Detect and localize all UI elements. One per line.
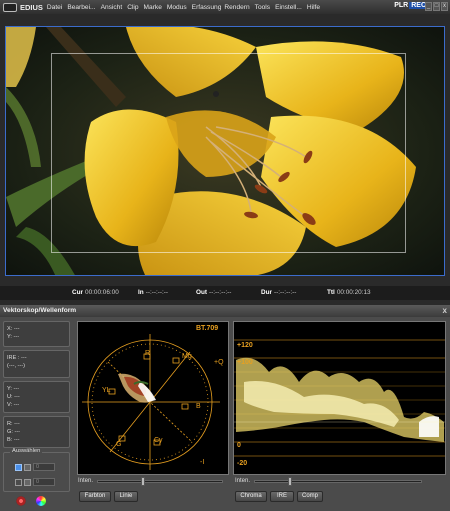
wave-scale-100: +100 [237, 359, 253, 366]
x-value: X: --- [7, 326, 20, 332]
b-value: B: --- [7, 437, 20, 443]
maximize-button[interactable]: □ [433, 2, 440, 11]
u-value: U: --- [7, 394, 20, 400]
select-value-2[interactable]: 0 [33, 478, 55, 486]
rgb-info-box: R: --- G: --- B: --- [3, 416, 70, 448]
vector-intensity-control: Inten. [78, 476, 224, 486]
vector-target-b: B [196, 403, 201, 410]
menu-clip[interactable]: Clip [127, 4, 138, 11]
vector-target-mg: Mg [182, 353, 192, 360]
menu-file[interactable]: Datei [47, 4, 62, 11]
duration-timecode: Dur --:--:--:-- [261, 289, 297, 296]
plr-mode-button[interactable]: PLR [394, 2, 408, 9]
vector-target-i: -I [200, 459, 204, 466]
xy-info-box: X: --- Y: --- [3, 321, 70, 347]
yuv-info-box: Y: --- U: --- V: --- [3, 381, 70, 413]
farbton-button[interactable]: Farbton [79, 491, 111, 502]
vector-intensity-label: Inten. [78, 478, 94, 484]
timecode-bar: Cur 00:00:06:00 In --:--:--:-- Out --:--:--… [0, 286, 450, 300]
color-wheel-icon[interactable] [36, 496, 46, 506]
vector-intensity-slider[interactable] [97, 476, 224, 486]
out-timecode: Out --:--:--:-- [196, 289, 232, 296]
app-logo-text: EDIUS [20, 2, 43, 12]
y-luma-value: Y: --- [7, 386, 20, 392]
vector-target-g: G [116, 441, 121, 448]
minimize-button[interactable]: _ [425, 2, 432, 11]
menu-render[interactable]: Rendern [224, 4, 249, 11]
y-value: Y: --- [7, 334, 20, 340]
vectorscope-graph: BT.709 R Mg +Q YL B G Cy -I [82, 325, 224, 470]
waveform-display: +120 +100 0 -20 [233, 321, 446, 475]
menu-view[interactable]: Ansicht [101, 4, 123, 11]
select-row-1: 0 [15, 463, 55, 471]
wave-scale-minus20: -20 [237, 460, 247, 467]
vectorscope-display: BT.709 R Mg +Q YL B G Cy -I [77, 321, 229, 475]
chroma-button[interactable]: Chroma [235, 491, 267, 502]
ire-value: IRE : --- [7, 355, 27, 361]
wave-intensity-knob[interactable] [288, 476, 293, 486]
menu-marker[interactable]: Marke [144, 4, 162, 11]
preview-monitor[interactable] [5, 26, 445, 276]
close-button[interactable]: x [441, 2, 448, 11]
wave-scale-0: 0 [237, 442, 241, 449]
app-logo: EDIUS [3, 2, 43, 12]
select-value-1[interactable]: 0 [33, 463, 55, 471]
wave-intensity-control: Inten. [235, 476, 423, 486]
player-recorder-toggle: PLR REC [394, 2, 428, 9]
vector-target-yl: YL [102, 387, 111, 394]
menu-edit[interactable]: Bearbei... [67, 4, 95, 11]
ire-button[interactable]: IRE [270, 491, 294, 502]
select-group: Auswählen 0 0 [3, 448, 70, 492]
vector-target-r: R [145, 350, 150, 357]
window-controls: _ □ x [424, 2, 448, 11]
menu-mode[interactable]: Modus [167, 4, 187, 11]
g-value: G: --- [7, 429, 21, 435]
vector-intensity-knob[interactable] [141, 476, 146, 486]
select-checkbox-1[interactable] [15, 463, 22, 471]
edius-window: EDIUS Datei Bearbei... Ansicht Clip Mark… [0, 0, 450, 511]
v-value: V: --- [7, 402, 20, 408]
wave-intensity-label: Inten. [235, 478, 251, 484]
waveform-graph: +120 +100 0 -20 [234, 339, 445, 467]
vector-standard-label: BT.709 [196, 325, 218, 332]
menu-help[interactable]: Hilfe [307, 4, 320, 11]
select-row-2: 0 [15, 478, 55, 486]
total-timecode: Ttl 00:00:20:13 [327, 289, 371, 296]
panel-close-button[interactable]: x [443, 305, 447, 317]
select-color-swatch-1[interactable] [24, 463, 31, 471]
wave-intensity-slider[interactable] [254, 476, 423, 486]
wave-scale-120: +120 [237, 342, 253, 349]
menu-capture[interactable]: Erfassung [192, 4, 222, 11]
ire-coords: (---, ---) [7, 363, 26, 369]
menu-settings[interactable]: Einstell... [275, 4, 302, 11]
current-timecode: Cur 00:00:06:00 [72, 289, 119, 296]
comp-button[interactable]: Comp [297, 491, 323, 502]
ire-info-box: IRE : --- (---, ---) [3, 350, 70, 378]
select-group-title: Auswählen [10, 448, 43, 454]
menu-tools[interactable]: Tools [255, 4, 270, 11]
vector-target-q: +Q [214, 359, 224, 366]
scope-panel-title: Vektorskop/Wellenform x [0, 305, 450, 317]
menu-bar: EDIUS Datei Bearbei... Ansicht Clip Mark… [0, 0, 450, 14]
vector-target-cy: Cy [154, 437, 163, 444]
select-color-swatch-2[interactable] [24, 478, 31, 486]
safe-area-guide [51, 53, 406, 253]
panel-title-text: Vektorskop/Wellenform [3, 307, 77, 314]
linie-button[interactable]: Linie [114, 491, 138, 502]
r-value: R: --- [7, 421, 20, 427]
edius-logo-icon [3, 2, 17, 12]
target-icon[interactable] [16, 496, 26, 506]
select-checkbox-2[interactable] [15, 478, 22, 486]
in-timecode: In --:--:--:-- [138, 289, 169, 296]
